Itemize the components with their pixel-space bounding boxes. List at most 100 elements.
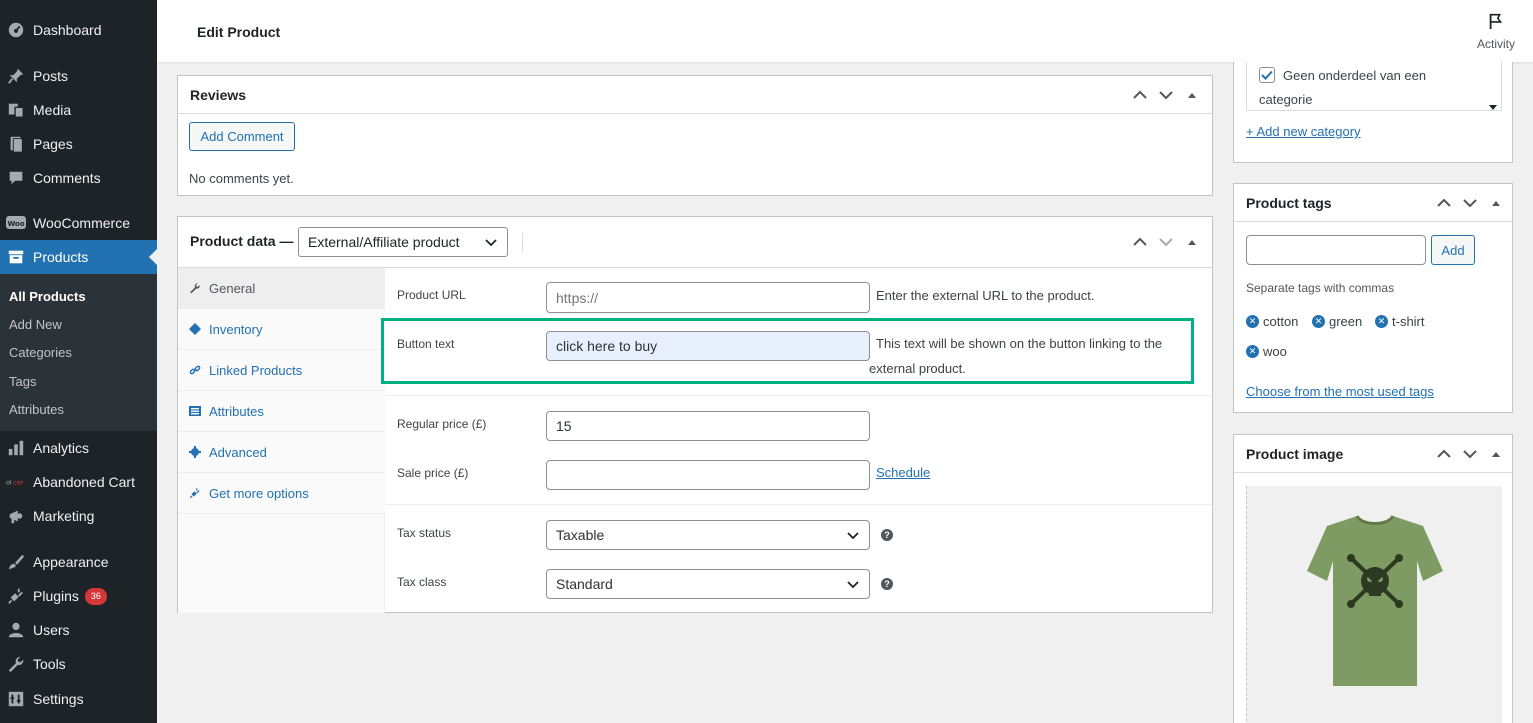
help-icon[interactable]: ? [881, 529, 893, 541]
remove-tag-icon[interactable]: ✕ [1375, 315, 1388, 328]
submenu-attributes[interactable]: Attributes [9, 402, 64, 417]
wrench-icon [188, 282, 202, 294]
choose-most-used-tags-link[interactable]: Choose from the most used tags [1246, 384, 1434, 399]
remove-tag-icon[interactable]: ✕ [1312, 315, 1325, 328]
menu-woocommerce[interactable]: Woo WooCommerce [0, 206, 157, 240]
tab-inventory[interactable]: Inventory [178, 309, 385, 350]
remove-tag-icon[interactable]: ✕ [1246, 345, 1259, 358]
tab-advanced[interactable]: Advanced [178, 432, 385, 473]
category-label-line2: categorie [1259, 92, 1313, 107]
regular-price-label: Regular price (£) [397, 417, 487, 431]
menu-dashboard[interactable]: Dashboard [0, 13, 157, 47]
chevron-up-icon[interactable] [1130, 233, 1150, 251]
schedule-link[interactable]: Schedule [876, 460, 930, 485]
menu-analytics[interactable]: Analytics [0, 431, 157, 465]
collapse-toggle-icon[interactable] [1182, 86, 1202, 104]
activity-button[interactable]: Activity [1477, 12, 1515, 51]
add-comment-button[interactable]: Add Comment [189, 122, 295, 151]
collapse-toggle-icon[interactable] [1486, 445, 1506, 463]
archive-icon [6, 247, 26, 267]
tag-woo: ✕ woo [1246, 344, 1287, 359]
tab-get-more-options[interactable]: Get more options [178, 473, 385, 514]
tab-attributes[interactable]: Attributes [178, 391, 385, 432]
menu-label: Dashboard [33, 22, 102, 38]
svg-text:cer: cer [13, 480, 23, 487]
chevron-up-icon[interactable] [1434, 194, 1454, 212]
chevron-down-icon[interactable] [1156, 86, 1176, 104]
menu-comments[interactable]: Comments [0, 161, 157, 195]
menu-users[interactable]: Users [0, 613, 157, 647]
regular-price-input[interactable]: 15 [546, 411, 870, 441]
product-type-value: External/Affiliate product [308, 234, 460, 250]
product-url-label: Product URL [397, 288, 466, 302]
menu-appearance[interactable]: Appearance [0, 545, 157, 579]
product-image-thumbnail[interactable] [1246, 486, 1502, 723]
menu-settings[interactable]: Settings [0, 682, 157, 716]
settings-icon [6, 689, 26, 709]
collapse-toggle-icon[interactable] [1182, 233, 1202, 251]
menu-marketing[interactable]: Marketing [0, 499, 157, 533]
svg-text:ol: ol [6, 480, 12, 487]
menu-tools[interactable]: Tools [0, 647, 157, 681]
menu-plugins[interactable]: Plugins 36 [0, 579, 157, 613]
menu-media[interactable]: Media [0, 93, 157, 127]
menu-products[interactable]: Products [0, 240, 157, 274]
reviews-header: Reviews [178, 76, 1212, 114]
tab-general[interactable]: General [178, 268, 385, 309]
product-image-box: Product image [1233, 434, 1513, 723]
chevron-down-icon [847, 576, 859, 592]
products-submenu: All Products Add New Categories Tags Att… [0, 274, 157, 431]
product-data-tabs: General Inventory Linked Products Attrib… [178, 268, 385, 613]
product-url-description: Enter the external URL to the product. [876, 288, 1095, 303]
menu-label: Media [33, 102, 72, 118]
tag-label: t-shirt [1392, 314, 1425, 329]
category-checkbox[interactable] [1259, 67, 1275, 83]
submenu-tags[interactable]: Tags [9, 374, 36, 389]
menu-pages[interactable]: Pages [0, 127, 157, 161]
button-text-description-line1: This text will be shown on the button li… [876, 336, 1163, 351]
general-panel: Product URL Enter the external URL to th… [381, 268, 1212, 613]
submenu-add-new[interactable]: Add New [9, 317, 62, 332]
plug-icon [6, 586, 26, 606]
chevron-up-icon[interactable] [1434, 445, 1454, 463]
chevron-down-icon[interactable] [1156, 233, 1176, 251]
submenu-categories[interactable]: Categories [9, 345, 72, 360]
product-type-select[interactable]: External/Affiliate product [298, 227, 508, 257]
tags-hint: Separate tags with commas [1246, 281, 1395, 295]
chevron-down-icon[interactable] [1460, 194, 1480, 212]
pin-icon [6, 66, 26, 86]
tax-class-select[interactable]: Standard [546, 569, 870, 599]
add-tag-button[interactable]: Add [1431, 235, 1475, 265]
tag-label: green [1329, 314, 1363, 329]
product-image-header: Product image [1234, 435, 1512, 473]
remove-tag-icon[interactable]: ✕ [1246, 315, 1259, 328]
add-new-category-link[interactable]: + Add new category [1246, 124, 1361, 139]
tab-label: Linked Products [209, 362, 303, 378]
tax-status-select[interactable]: Taxable [546, 520, 870, 550]
product-data-title: Product data — [190, 233, 294, 249]
help-icon[interactable]: ? [881, 578, 893, 590]
page-header: Edit Product Activity [157, 0, 1533, 62]
chevron-up-icon[interactable] [1130, 86, 1150, 104]
product-tags-box: Product tags Add Separate tags with comm… [1233, 183, 1513, 413]
menu-label: WooCommerce [33, 215, 130, 231]
tag-cotton: ✕ cotton [1246, 314, 1298, 329]
tab-linked-products[interactable]: Linked Products [178, 350, 385, 391]
sale-price-label: Sale price (£) [397, 466, 469, 480]
scroll-down-arrow-icon[interactable] [1489, 98, 1497, 113]
submenu-all-products[interactable]: All Products [9, 289, 86, 304]
menu-posts[interactable]: Posts [0, 59, 157, 93]
sale-price-input[interactable] [546, 460, 870, 490]
reviews-box: Reviews Add Comment No comments yet. [177, 75, 1213, 196]
menu-abandoned-cart[interactable]: ol cer Abandoned Cart [0, 465, 157, 499]
collapse-toggle-icon[interactable] [1486, 194, 1506, 212]
product-image-title: Product image [1246, 446, 1344, 462]
button-text-input[interactable]: click here to buy [546, 331, 870, 361]
tab-label: Get more options [209, 485, 309, 501]
product-url-input[interactable] [546, 282, 870, 313]
new-tag-input[interactable] [1246, 235, 1426, 265]
product-tags-header: Product tags [1234, 184, 1512, 222]
dashboard-icon [6, 20, 26, 40]
menu-label: Settings [33, 691, 84, 707]
chevron-down-icon[interactable] [1460, 445, 1480, 463]
